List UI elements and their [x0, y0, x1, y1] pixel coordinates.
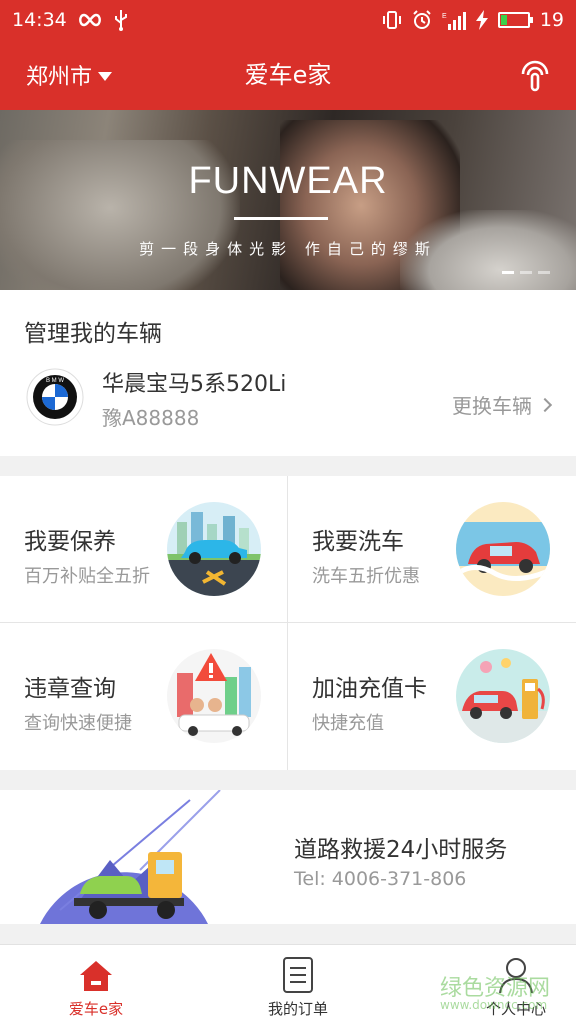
vehicle-plate: 豫A88888: [102, 406, 200, 430]
violation-illustration-icon: [167, 649, 261, 743]
carousel-indicator: [502, 271, 550, 274]
promo-banner[interactable]: FUNWEAR 剪一段身体光影 作自己的缪斯: [0, 110, 576, 290]
app-header: 郑州市 爱车e家: [0, 40, 576, 110]
alarm-icon: [413, 10, 431, 29]
service-title: 违章查询: [24, 676, 116, 702]
car-wash-illustration-icon: [456, 502, 550, 596]
tab-home[interactable]: 爱车e家: [0, 945, 192, 1024]
status-time: 14:34: [12, 9, 67, 31]
carousel-dot: [538, 271, 550, 274]
service-subtitle: 查询快速便捷: [24, 713, 132, 734]
charging-icon: [475, 10, 488, 30]
watermark: 绿色资源网 www.downcc.com: [440, 970, 567, 1012]
chevron-right-icon: [537, 397, 553, 412]
service-violation-query[interactable]: 违章查询 查询快速便捷: [0, 623, 288, 770]
status-bar: 14:34 E 19: [0, 0, 576, 40]
change-vehicle-label: 更换车辆: [452, 394, 532, 418]
tab-label: 爱车e家: [68, 1000, 124, 1018]
banner-divider: [234, 217, 328, 220]
service-subtitle: 百万补贴全五折: [24, 566, 150, 587]
home-icon: [80, 961, 112, 991]
banner-subtitle: 剪一段身体光影 作自己的缪斯: [139, 240, 437, 258]
carousel-dot: [520, 271, 532, 274]
vehicle-name: 华晨宝马5系520Li: [102, 372, 287, 397]
service-subtitle: 洗车五折优惠: [312, 566, 420, 587]
my-vehicle-card: 管理我的车辆 B M W 华晨宝马5系520Li 豫A88888 更换车辆: [0, 290, 576, 456]
road-rescue-banner[interactable]: 道路救援24小时服务 Tel: 4006-371-806: [0, 790, 576, 924]
service-title: 我要洗车: [312, 529, 404, 555]
battery-level: 19: [539, 9, 564, 31]
service-maintenance[interactable]: 我要保养 百万补贴全五折: [0, 476, 288, 623]
svg-text:E: E: [442, 13, 447, 20]
svg-text:B M W: B M W: [46, 378, 64, 384]
tab-label: 我的订单: [267, 1000, 328, 1018]
vehicle-heading: 管理我的车辆: [24, 321, 162, 347]
tab-orders[interactable]: 我的订单: [202, 945, 394, 1024]
signal-icon: E: [442, 12, 466, 30]
service-subtitle: 快捷充值: [312, 713, 384, 734]
service-title: 加油充值卡: [312, 676, 427, 702]
battery-icon: [497, 12, 533, 28]
rescue-title: 道路救援24小时服务: [294, 837, 508, 863]
fuel-illustration-icon: [456, 649, 550, 743]
bmw-logo-icon: B M W: [26, 368, 84, 426]
service-grid: 我要保养 百万补贴全五折 我要洗车 洗车五折优惠 违章查询 查询快速便捷 加油充…: [0, 476, 576, 770]
usb-icon: [114, 10, 127, 31]
maintenance-illustration-icon: [167, 502, 261, 596]
change-vehicle-button[interactable]: 更换车辆: [452, 390, 553, 419]
signal-broadcast-icon[interactable]: [516, 56, 554, 94]
infinity-icon: [78, 13, 101, 27]
order-list-icon: [283, 957, 313, 993]
service-car-wash[interactable]: 我要洗车 洗车五折优惠: [288, 476, 576, 623]
vibrate-icon: [382, 11, 401, 29]
carousel-dot: [502, 271, 514, 274]
banner-title: FUNWEAR: [188, 160, 388, 202]
tow-truck-illustration-icon: [40, 790, 221, 924]
page-title: 爱车e家: [244, 61, 332, 89]
service-title: 我要保养: [24, 529, 116, 555]
rescue-phone[interactable]: Tel: 4006-371-806: [294, 868, 466, 890]
service-fuel-card[interactable]: 加油充值卡 快捷充值: [288, 623, 576, 770]
